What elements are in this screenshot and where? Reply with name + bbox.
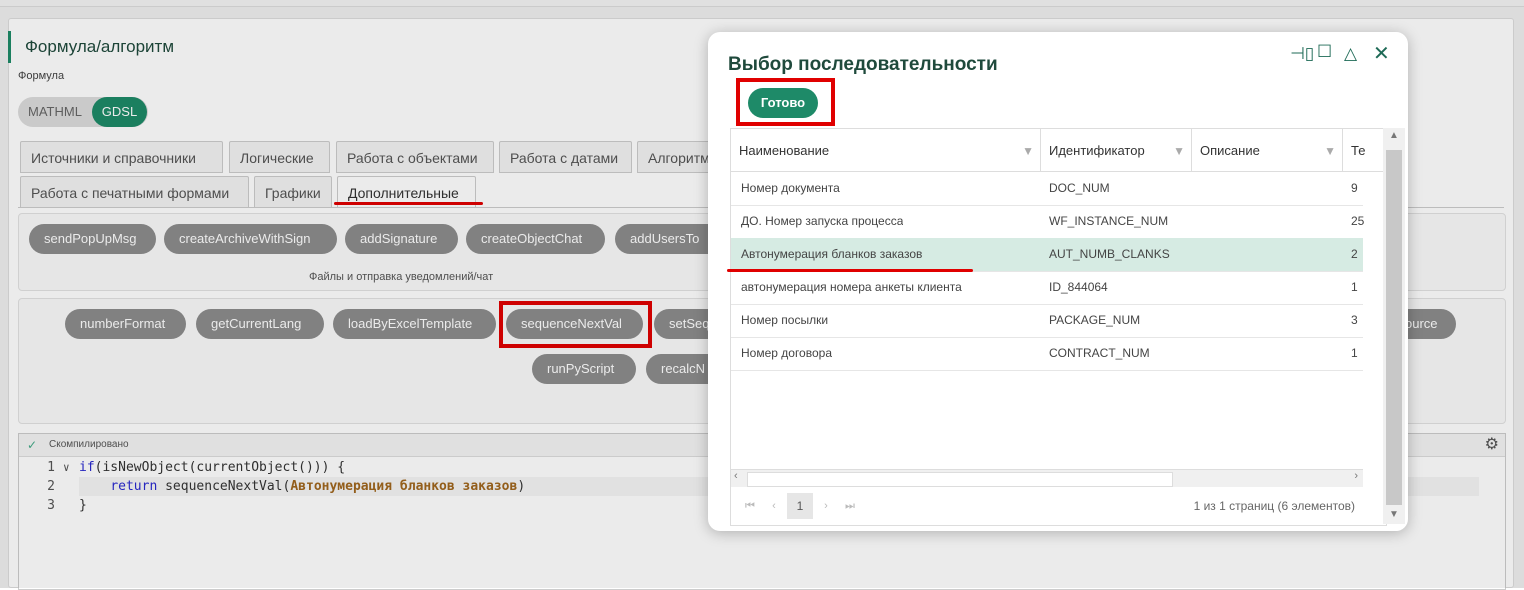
scroll-right-icon[interactable]: › (1354, 470, 1358, 482)
cell-id: ID_844064 (1049, 280, 1108, 294)
highlight-underline-row (727, 269, 973, 272)
scroll-down-icon[interactable]: ▼ (1389, 509, 1399, 520)
cell-name: Номер договора (741, 346, 832, 360)
next-page-icon[interactable]: › (815, 495, 837, 517)
horizontal-scrollbar[interactable]: ‹ › (731, 469, 1363, 487)
cell-name: автонумерация номера анкеты клиента (741, 280, 962, 294)
cell-name: Номер посылки (741, 313, 829, 327)
collapse-icon[interactable]: △ (1344, 44, 1357, 64)
horizontal-scroll-thumb[interactable] (747, 472, 1173, 487)
cell-name: ДО. Номер запуска процесса (741, 214, 904, 228)
table-row[interactable]: автонумерация номера анкеты клиента ID_8… (731, 271, 1363, 305)
cell-name: Номер документа (741, 181, 840, 195)
vertical-scroll-thumb[interactable] (1386, 150, 1402, 505)
scroll-up-icon[interactable]: ▲ (1389, 130, 1399, 141)
table-row[interactable]: Номер договора CONTRACT_NUM 1 (731, 337, 1363, 371)
cell-t: 3 (1351, 313, 1358, 327)
cell-id: AUT_NUMB_CLANKS (1049, 247, 1170, 261)
cell-t: 2 (1351, 247, 1358, 261)
table-row[interactable]: ДО. Номер запуска процесса WF_INSTANCE_N… (731, 205, 1365, 239)
sequence-select-dialog: Выбор последовательности ⊣▯ ☐ △ ✕ Готово… (708, 32, 1408, 531)
column-header-description[interactable]: Описание ▼ (1192, 129, 1343, 171)
cell-t: 25 (1351, 214, 1365, 228)
maximize-icon[interactable]: ☐ (1317, 42, 1332, 62)
first-page-icon[interactable]: ⏮ (739, 495, 761, 517)
pager-info: 1 из 1 страниц (6 элементов) (1193, 499, 1355, 513)
sequence-grid: Наименование ▼ Идентификатор ▼ Описание ▼ Т… (730, 128, 1387, 526)
cell-id: CONTRACT_NUM (1049, 346, 1150, 360)
filter-icon[interactable]: ▼ (1324, 129, 1336, 173)
cell-name: Автонумерация бланков заказов (741, 247, 923, 261)
vertical-scrollbar[interactable]: ▲ ▼ (1383, 128, 1405, 524)
column-header-id[interactable]: Идентификатор ▼ (1041, 129, 1192, 171)
cell-id: WF_INSTANCE_NUM (1049, 214, 1169, 228)
grid-header: Наименование ▼ Идентификатор ▼ Описание ▼ Т… (731, 129, 1386, 172)
page-number-button[interactable]: 1 (787, 493, 813, 519)
cell-id: PACKAGE_NUM (1049, 313, 1141, 327)
table-row[interactable]: Номер документа DOC_NUM 9 (731, 172, 1363, 206)
table-row[interactable]: Номер посылки PACKAGE_NUM 3 (731, 304, 1363, 338)
highlight-box-ready (736, 78, 835, 126)
cell-t: 1 (1351, 346, 1358, 360)
cell-id: DOC_NUM (1049, 181, 1110, 195)
table-row-selected[interactable]: Автонумерация бланков заказов AUT_NUMB_C… (731, 238, 1363, 272)
column-header-t[interactable]: Те (1343, 129, 1386, 171)
cell-t: 1 (1351, 280, 1358, 294)
last-page-icon[interactable]: ⏭ (839, 495, 861, 517)
filter-icon[interactable]: ▼ (1022, 129, 1034, 173)
pin-icon[interactable]: ⊣▯ (1290, 44, 1314, 64)
pager: ⏮ ‹ 1 › ⏭ 1 из 1 страниц (6 элементов) (731, 487, 1363, 523)
scroll-left-icon[interactable]: ‹ (734, 470, 738, 482)
cell-t: 9 (1351, 181, 1358, 195)
prev-page-icon[interactable]: ‹ (763, 495, 785, 517)
filter-icon[interactable]: ▼ (1173, 129, 1185, 173)
dialog-title: Выбор последовательности (728, 54, 998, 75)
close-icon[interactable]: ✕ (1373, 41, 1390, 66)
column-header-name[interactable]: Наименование ▼ (731, 129, 1041, 171)
